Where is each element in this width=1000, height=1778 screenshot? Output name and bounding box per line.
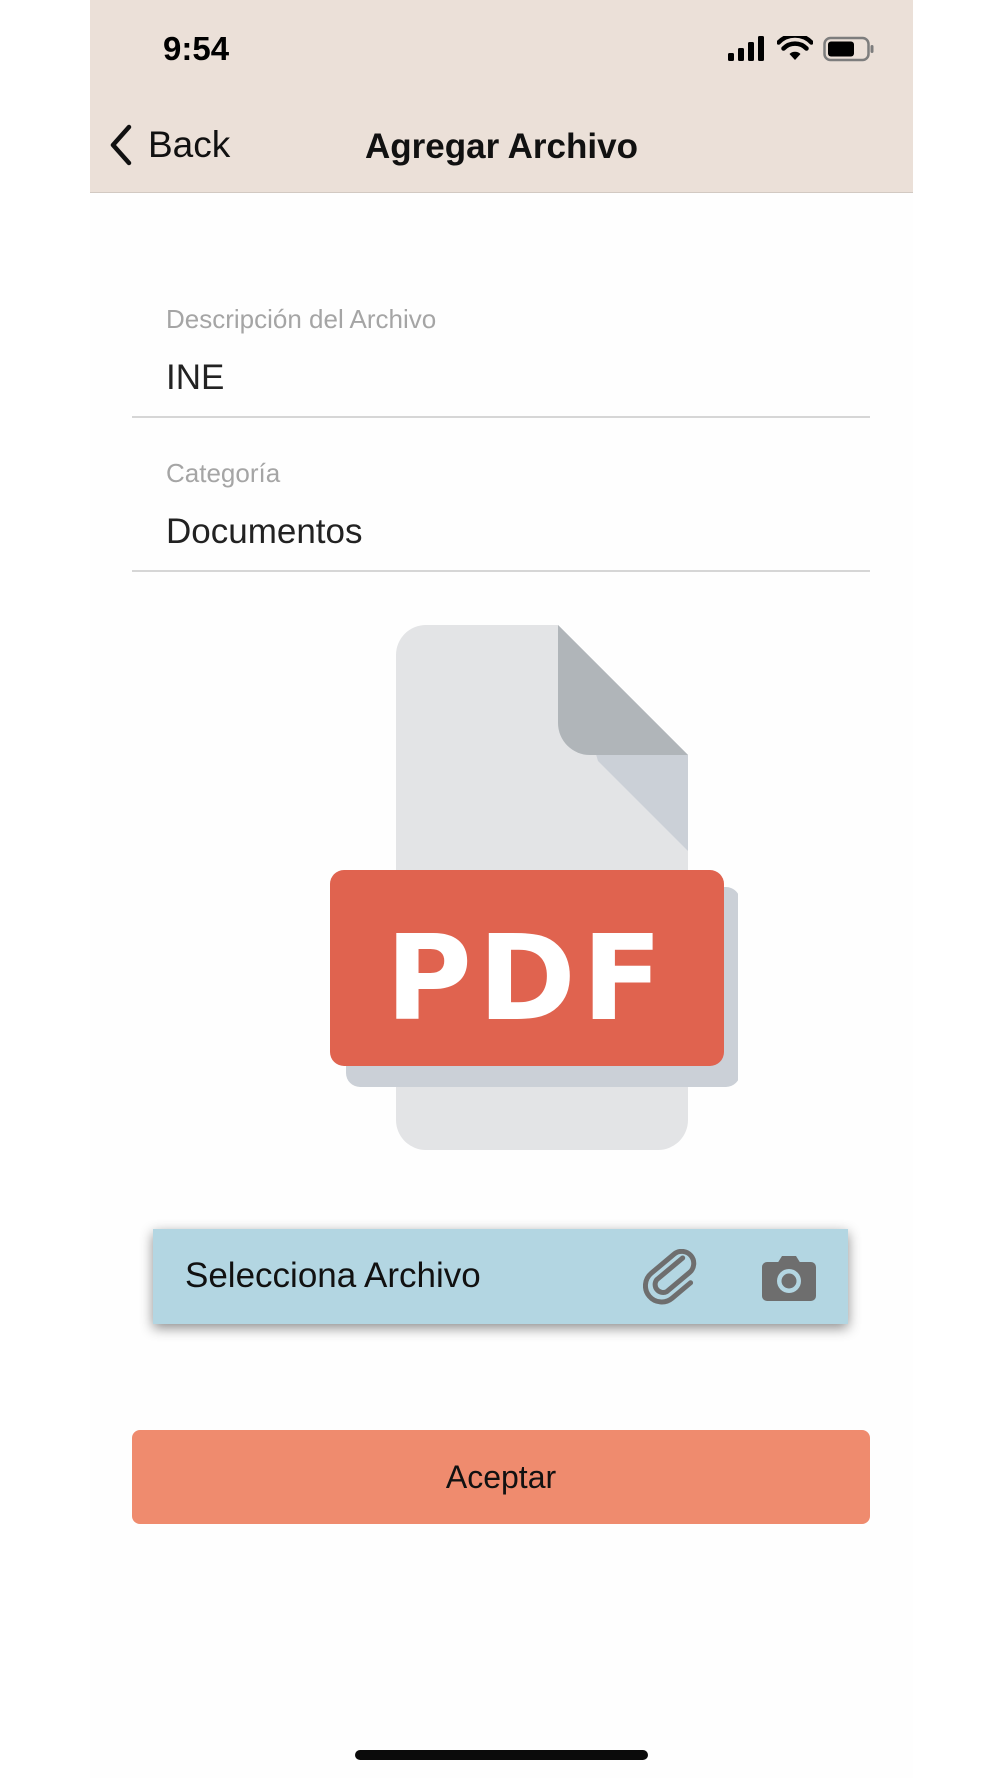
category-field[interactable]: Categoría Documentos [132, 444, 870, 572]
battery-icon [823, 36, 874, 62]
chevron-left-icon [110, 124, 132, 166]
pdf-file-icon: PDF [268, 625, 740, 1160]
file-picker[interactable]: Selecciona Archivo [153, 1229, 848, 1324]
wifi-icon [777, 36, 813, 60]
category-value[interactable]: Documentos [166, 512, 362, 552]
description-field[interactable]: Descripción del Archivo INE [132, 290, 870, 418]
home-indicator[interactable] [355, 1750, 648, 1760]
category-label: Categoría [166, 458, 281, 488]
paperclip-icon[interactable] [643, 1249, 699, 1305]
back-button[interactable]: Back [108, 123, 230, 167]
nav-bar: Agregar Archivo Back [90, 105, 913, 193]
camera-icon[interactable] [761, 1254, 817, 1302]
status-bar: 9:54 [90, 0, 913, 105]
file-picker-label: Selecciona Archivo [185, 1256, 481, 1295]
description-label: Descripción del Archivo [166, 304, 437, 334]
signal-icon [728, 36, 764, 61]
status-icons [727, 36, 875, 62]
back-label: Back [148, 124, 231, 165]
accept-button[interactable]: Aceptar [132, 1430, 870, 1524]
pdf-badge-text: PDF [385, 909, 668, 1047]
screen: 9:54 Agregar Archivo Back Descripción de… [90, 0, 913, 1778]
status-time: 9:54 [163, 30, 230, 67]
description-value[interactable]: INE [166, 358, 224, 398]
